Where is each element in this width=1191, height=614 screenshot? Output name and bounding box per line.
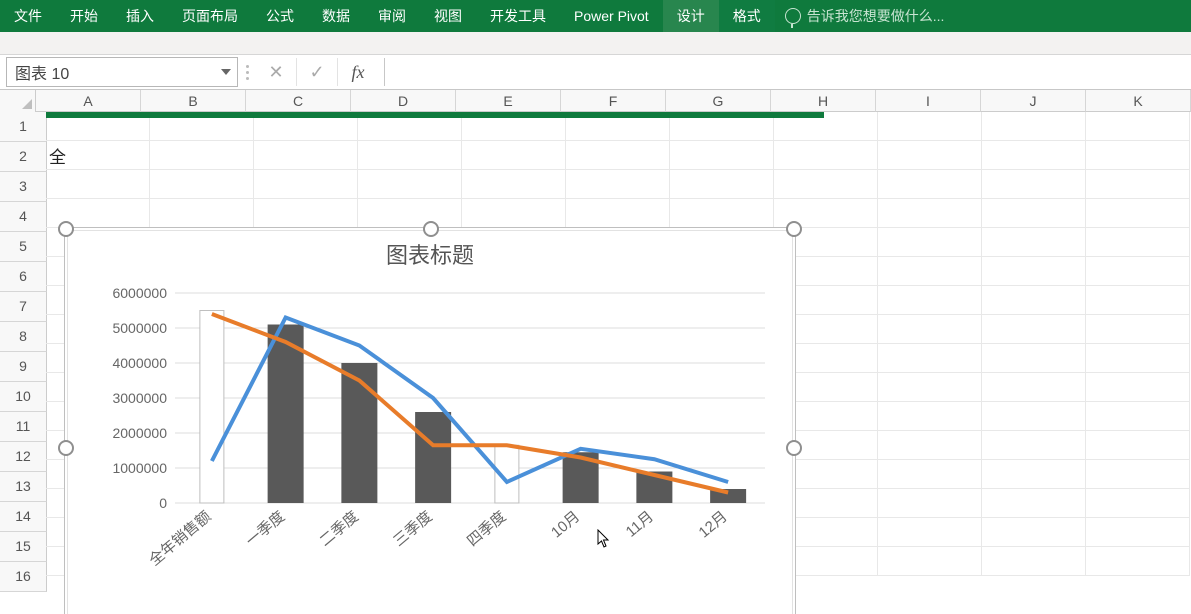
chart-title[interactable]: 图表标题	[65, 238, 795, 270]
resize-handle-tl[interactable]	[58, 221, 74, 237]
resize-handle-rm[interactable]	[786, 440, 802, 456]
tab-review[interactable]: 审阅	[364, 0, 420, 32]
col-header-C[interactable]: C	[246, 90, 351, 112]
ribbon: 文件 开始 插入 页面布局 公式 数据 审阅 视图 开发工具 Power Piv…	[0, 0, 1191, 32]
svg-text:全年销售额: 全年销售额	[145, 507, 214, 569]
row-header-14[interactable]: 14	[0, 502, 47, 532]
tab-developer[interactable]: 开发工具	[476, 0, 560, 32]
svg-text:12月: 12月	[695, 508, 730, 541]
name-box[interactable]: 图表 10	[6, 57, 238, 87]
cell-A2[interactable]: 全	[46, 141, 150, 170]
tellme-placeholder: 告诉我您想要做什么...	[807, 6, 945, 26]
row-header-12[interactable]: 12	[0, 442, 47, 472]
col-header-A[interactable]: A	[36, 90, 141, 112]
col-header-B[interactable]: B	[141, 90, 246, 112]
row-header-2[interactable]: 2	[0, 142, 47, 172]
resize-handle-tm[interactable]	[423, 221, 439, 237]
col-header-I[interactable]: I	[876, 90, 981, 112]
row-header-8[interactable]: 8	[0, 322, 47, 352]
tab-formulas[interactable]: 公式	[252, 0, 308, 32]
row-header-16[interactable]: 16	[0, 562, 47, 592]
formula-input[interactable]	[384, 58, 1191, 86]
row-headers: 12345678910111213141516	[0, 112, 47, 592]
chevron-down-icon[interactable]	[221, 69, 231, 75]
svg-text:6000000: 6000000	[112, 285, 167, 301]
select-all-corner[interactable]	[0, 90, 36, 113]
row-header-11[interactable]: 11	[0, 412, 47, 442]
svg-text:三季度: 三季度	[390, 508, 435, 550]
chart-data-highlight	[46, 112, 824, 118]
row-header-1[interactable]: 1	[0, 112, 47, 142]
tab-format[interactable]: 格式	[719, 0, 775, 32]
col-header-G[interactable]: G	[666, 90, 771, 112]
svg-text:2000000: 2000000	[112, 425, 167, 441]
worksheet-area[interactable]: A B C D E F G H I J K 123456789101112131…	[0, 90, 1191, 614]
lightbulb-icon	[785, 8, 801, 24]
row-header-4[interactable]: 4	[0, 202, 47, 232]
tab-home[interactable]: 开始	[56, 0, 112, 32]
col-header-F[interactable]: F	[561, 90, 666, 112]
row-header-9[interactable]: 9	[0, 352, 47, 382]
formula-cancel-button[interactable]: ✕	[256, 58, 297, 86]
tab-data[interactable]: 数据	[308, 0, 364, 32]
svg-text:0: 0	[159, 495, 167, 511]
formula-confirm-button[interactable]: ✓	[297, 58, 338, 86]
row-header-7[interactable]: 7	[0, 292, 47, 322]
chart-object[interactable]: 图表标题 0 1000000 2000000 3000000 4000000 500000…	[64, 227, 796, 614]
ribbon-subbar	[0, 32, 1191, 55]
svg-text:四季度: 四季度	[464, 508, 509, 550]
svg-text:一季度: 一季度	[243, 508, 288, 550]
row-header-3[interactable]: 3	[0, 172, 47, 202]
tab-powerpivot[interactable]: Power Pivot	[560, 0, 663, 32]
col-header-K[interactable]: K	[1086, 90, 1191, 112]
col-header-E[interactable]: E	[456, 90, 561, 112]
column-headers: A B C D E F G H I J K	[0, 90, 1191, 112]
svg-text:3000000: 3000000	[112, 390, 167, 406]
tab-insert[interactable]: 插入	[112, 0, 168, 32]
svg-text:二季度: 二季度	[317, 508, 362, 550]
name-box-value: 图表 10	[15, 60, 69, 84]
chart-plot-area[interactable]: 0 1000000 2000000 3000000 4000000 5000000 6000…	[85, 283, 775, 578]
chart-svg: 0 1000000 2000000 3000000 4000000 5000000 6000…	[85, 283, 775, 578]
svg-text:4000000: 4000000	[112, 355, 167, 371]
row-header-6[interactable]: 6	[0, 262, 47, 292]
tab-file[interactable]: 文件	[0, 0, 56, 32]
svg-text:5000000: 5000000	[112, 320, 167, 336]
col-header-D[interactable]: D	[351, 90, 456, 112]
tab-pagelayout[interactable]: 页面布局	[168, 0, 252, 32]
col-header-H[interactable]: H	[771, 90, 876, 112]
row-header-5[interactable]: 5	[0, 232, 47, 262]
tab-view[interactable]: 视图	[420, 0, 476, 32]
tab-design[interactable]: 设计	[663, 0, 719, 32]
col-header-J[interactable]: J	[981, 90, 1086, 112]
tellme-search[interactable]: 告诉我您想要做什么...	[775, 6, 1191, 26]
row-header-15[interactable]: 15	[0, 532, 47, 562]
resize-handle-lm[interactable]	[58, 440, 74, 456]
svg-text:1000000: 1000000	[112, 460, 167, 476]
formula-bar: 图表 10 ✕ ✓ fx	[0, 55, 1191, 90]
insert-function-button[interactable]: fx	[338, 58, 378, 86]
svg-text:10月: 10月	[548, 508, 583, 541]
resize-handle-tr[interactable]	[786, 221, 802, 237]
row-header-13[interactable]: 13	[0, 472, 47, 502]
svg-text:11月: 11月	[623, 508, 657, 541]
namebox-resize-handle[interactable]	[238, 65, 256, 80]
row-header-10[interactable]: 10	[0, 382, 47, 412]
